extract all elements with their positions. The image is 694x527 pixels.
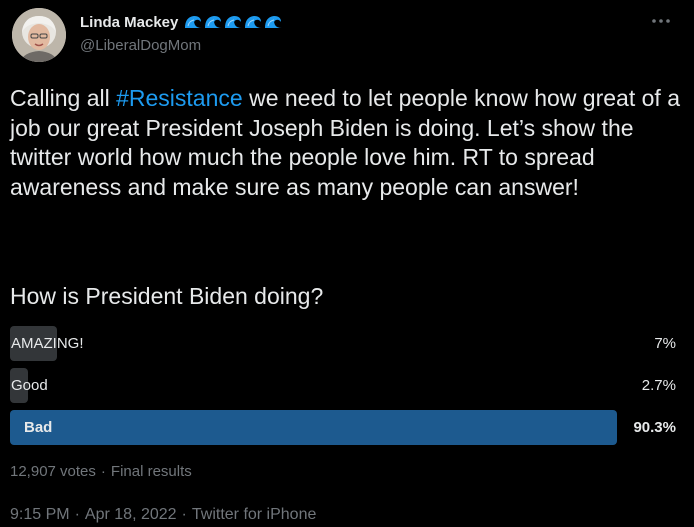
poll-bar	[10, 410, 617, 445]
wave-icon	[184, 14, 203, 30]
tweet-source: Twitter for iPhone	[191, 506, 317, 523]
tweet-timestamp: 9:15 PM · Apr 18, 2022 · Twitter for iPhone	[10, 506, 316, 524]
tweet-time[interactable]: 9:15 PM	[10, 506, 70, 523]
wave-icon	[244, 14, 263, 30]
separator: ·	[74, 506, 80, 523]
poll: AMAZING! 7% Good 2.7% Bad 90.3%	[10, 326, 682, 452]
poll-option-percent: 2.7%	[641, 377, 676, 394]
name-row: Linda Mackey	[80, 12, 283, 32]
author-block: Linda Mackey @LiberalDogMom	[80, 12, 283, 54]
avatar[interactable]	[12, 8, 66, 62]
hashtag-link[interactable]: #Resistance	[116, 85, 243, 111]
poll-summary: 12,907 votes · Final results	[10, 463, 192, 480]
tweet-date[interactable]: Apr 18, 2022	[85, 506, 177, 523]
poll-option-percent: 7%	[654, 335, 676, 352]
more-options-button[interactable]	[650, 14, 672, 28]
separator: ·	[100, 463, 106, 480]
poll-votes: 12,907 votes	[10, 463, 96, 480]
wave-icon	[224, 14, 243, 30]
poll-option: Bad 90.3%	[10, 410, 682, 445]
poll-option-percent: 90.3%	[633, 419, 676, 436]
poll-option-label: Good	[11, 377, 48, 394]
poll-question: How is President Biden doing?	[10, 283, 324, 309]
tweet: Linda Mackey @LiberalDogMom Calling all …	[0, 0, 694, 527]
tweet-text: Calling all #Resistance we need to let p…	[10, 84, 682, 202]
poll-option-label: AMAZING!	[11, 335, 84, 352]
wave-icon	[204, 14, 223, 30]
poll-option: Good 2.7%	[10, 368, 682, 403]
separator: ·	[181, 506, 187, 523]
poll-status: Final results	[110, 463, 192, 480]
poll-option: AMAZING! 7%	[10, 326, 682, 361]
more-icon	[652, 19, 670, 23]
poll-option-label: Bad	[24, 419, 53, 436]
handle[interactable]: @LiberalDogMom	[80, 37, 283, 54]
tweet-text-before: Calling all	[10, 85, 117, 111]
wave-icon	[264, 14, 283, 30]
badge-icons	[184, 14, 283, 30]
display-name[interactable]: Linda Mackey	[80, 14, 178, 31]
